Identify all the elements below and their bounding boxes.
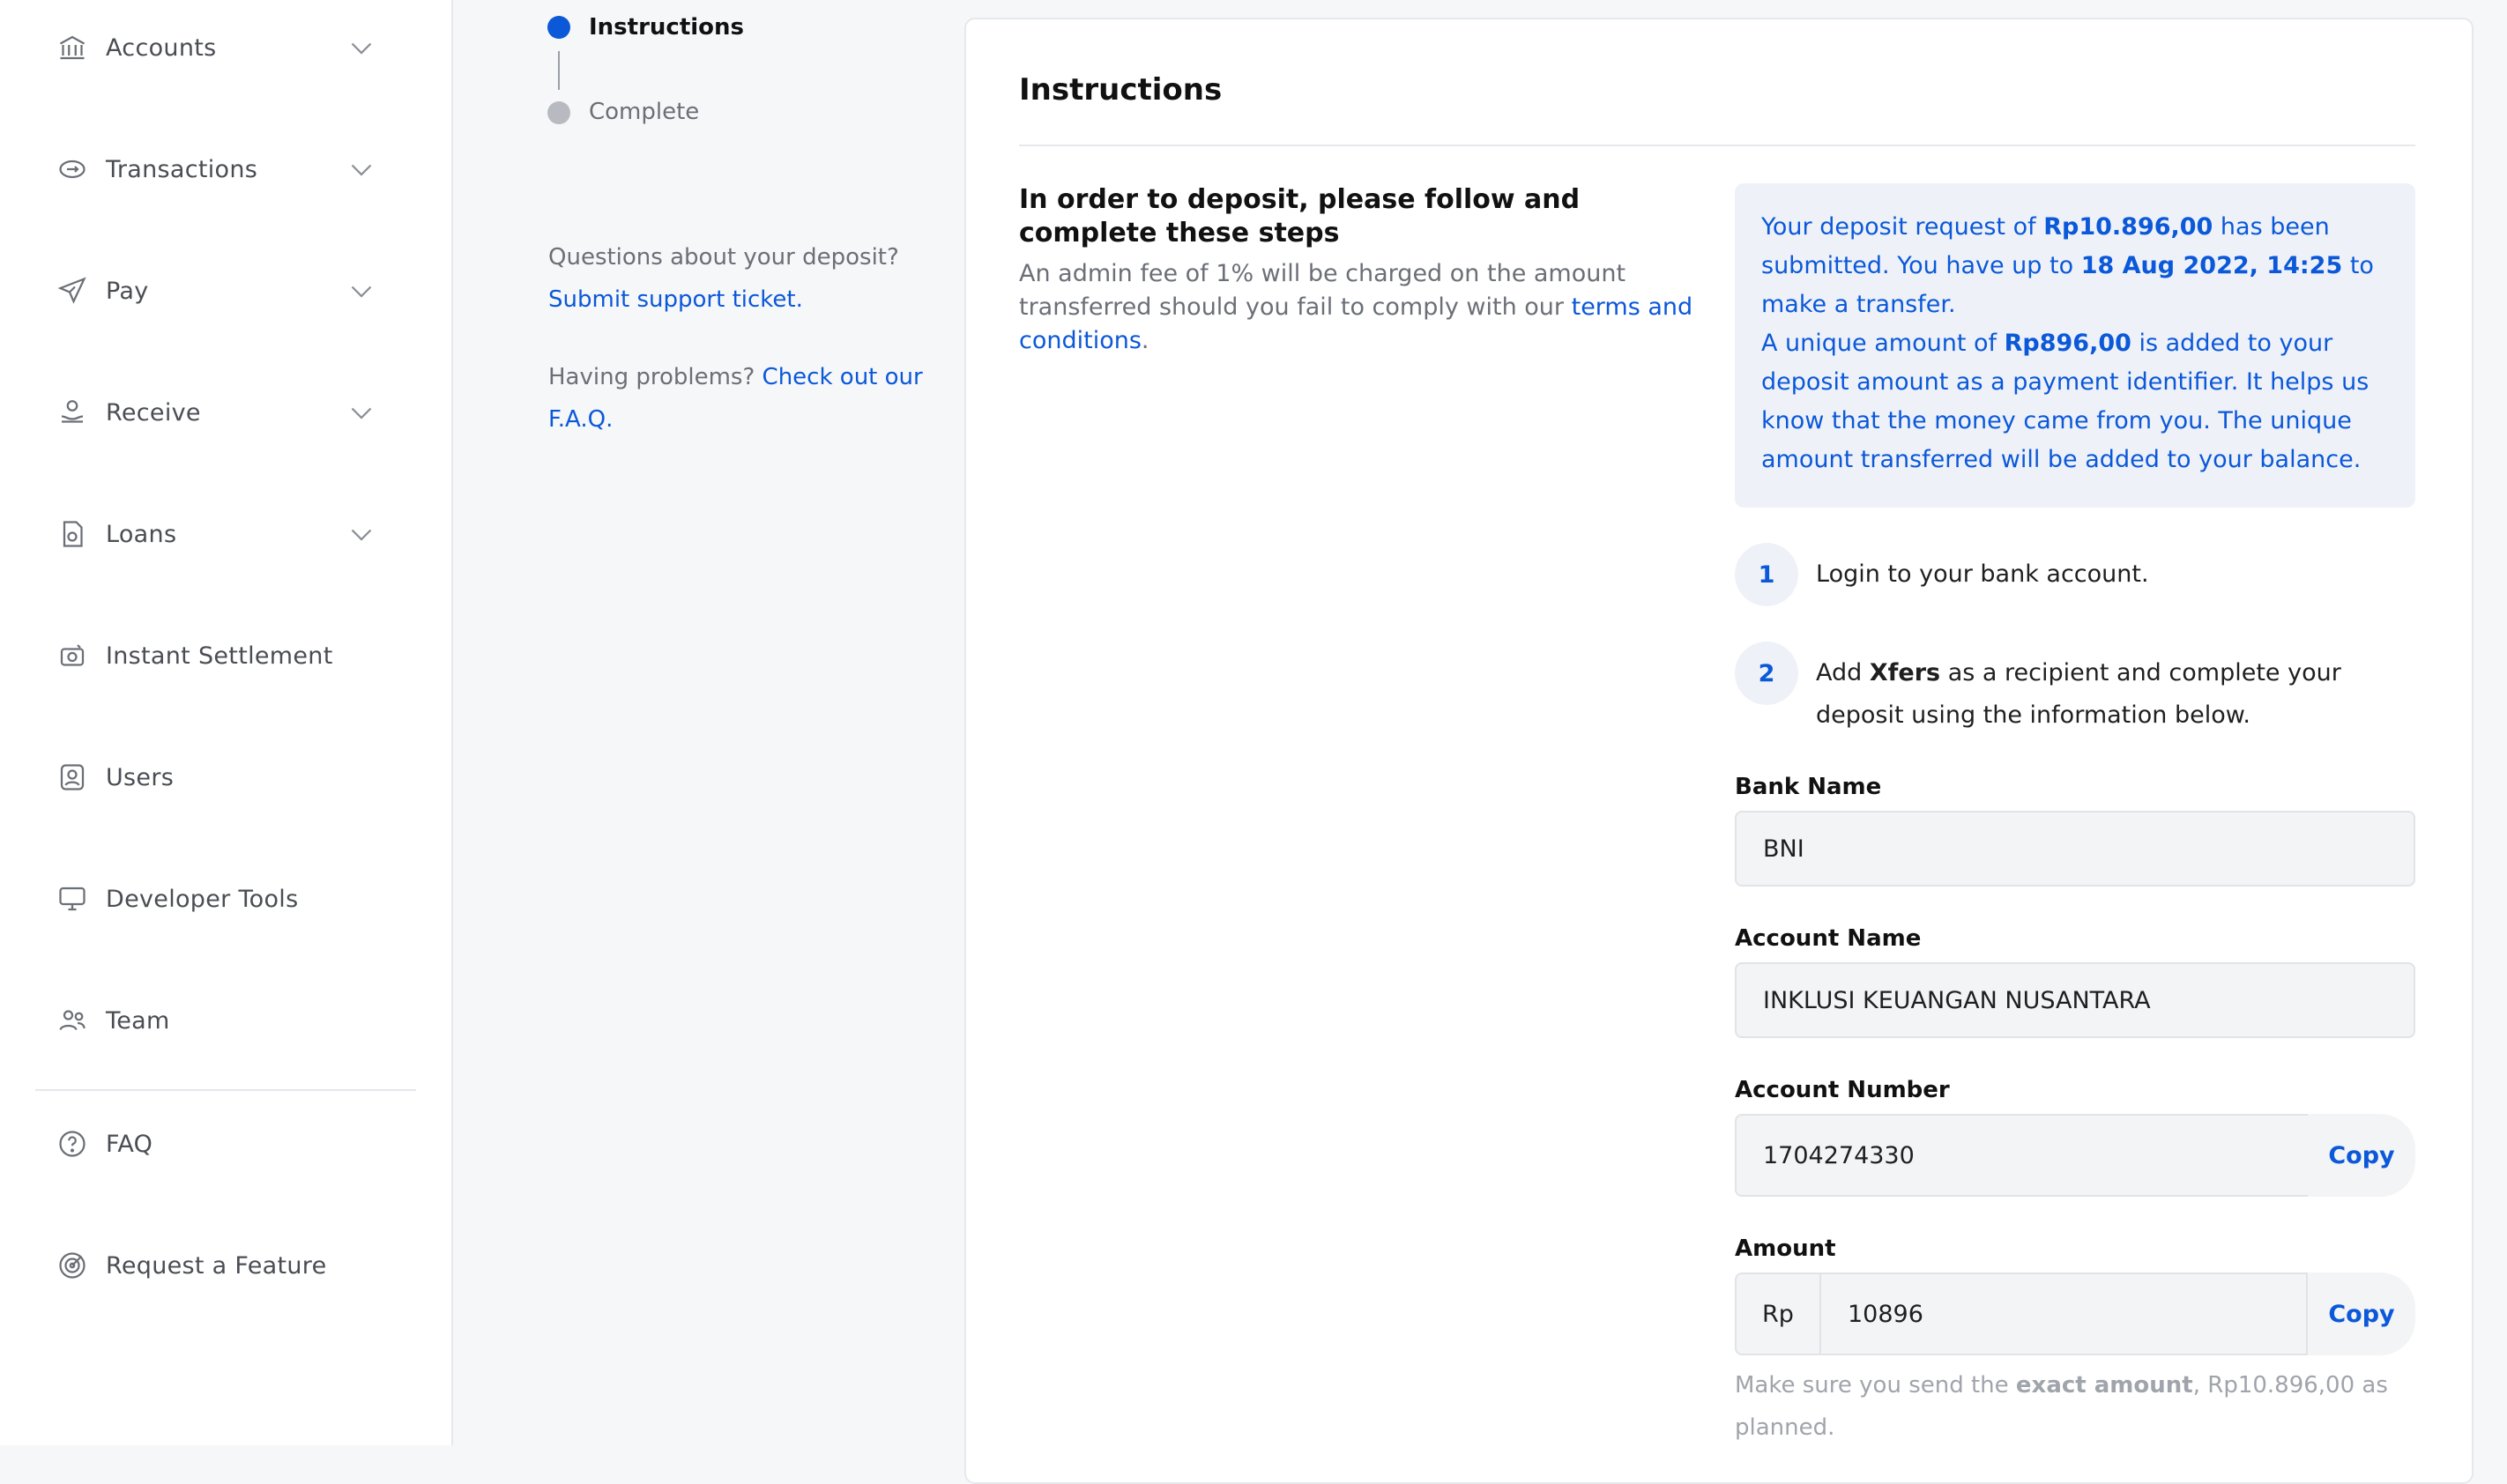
sidebar-item-label: Instant Settlement [106, 642, 333, 670]
sidebar-item-label: Team [106, 1006, 170, 1035]
recipient-name: Xfers [1869, 659, 1941, 686]
copy-amount-button[interactable]: Copy [2308, 1273, 2415, 1355]
step-number-1: 1 [1735, 543, 1798, 606]
note-emphasis: exact amount [2015, 1372, 2193, 1399]
receive-icon [56, 397, 88, 428]
step-text-1: Login to your bank account. [1816, 560, 2149, 588]
copy-account-number-button[interactable]: Copy [2308, 1114, 2415, 1197]
question-icon [56, 1128, 88, 1160]
unique-amount: Rp896,00 [2004, 330, 2131, 357]
lead-end: . [1141, 327, 1149, 354]
sidebar-item-loans[interactable]: Loans [0, 494, 451, 574]
sidebar-item-label: Transactions [106, 155, 258, 183]
users-icon [56, 761, 88, 793]
bank-icon [56, 32, 88, 63]
team-icon [56, 1005, 88, 1036]
step-number-2: 2 [1735, 642, 1798, 705]
sidebar-item-label: Users [106, 763, 175, 791]
lead-body-text: An admin fee of 1% will be charged on th… [1019, 260, 1626, 321]
deposit-amount: Rp10.896,00 [2043, 213, 2213, 241]
help-problems: Having problems? Check out our F.A.Q. [548, 356, 927, 441]
sidebar-item-label: FAQ [106, 1130, 153, 1158]
note-text: Make sure you send the [1735, 1372, 2016, 1399]
account-name-field: INKLUSI KEUANGAN NUSANTARA [1735, 962, 2415, 1038]
sidebar-item-label: Developer Tools [106, 885, 299, 913]
chevron-down-icon [346, 397, 377, 428]
account-number-field: 1704274330 [1735, 1114, 2310, 1197]
chevron-down-icon [346, 153, 377, 185]
chevron-down-icon [346, 275, 377, 307]
info-text: A unique amount of [1761, 330, 2005, 357]
step-dot-active [547, 16, 570, 39]
step-text-2: Add Xfers as a recipient and complete yo… [1816, 652, 2415, 737]
sidebar-item-receive[interactable]: Receive [0, 373, 451, 452]
info-text: Your deposit request of [1761, 213, 2044, 241]
lead-body: An admin fee of 1% will be charged on th… [1019, 257, 1707, 358]
help-question-text: Questions about your deposit? [548, 244, 899, 271]
exact-amount-note: Make sure you send the exact amount, Rp1… [1735, 1364, 2405, 1449]
sidebar-item-pay[interactable]: Pay [0, 251, 451, 330]
account-name-label: Account Name [1735, 925, 1922, 952]
step-label-complete: Complete [589, 99, 700, 125]
sidebar-item-label: Request a Feature [106, 1251, 327, 1280]
transactions-icon [56, 153, 88, 185]
sidebar-item-developer-tools[interactable]: Developer Tools [0, 859, 451, 939]
sidebar-item-transactions[interactable]: Transactions [0, 130, 451, 209]
sidebar-item-label: Receive [106, 398, 201, 427]
sidebar-item-request-feature[interactable]: Request a Feature [0, 1226, 451, 1305]
step-dot-pending [547, 101, 570, 124]
card-title: Instructions [1019, 72, 1223, 108]
chevron-down-icon [346, 32, 377, 63]
instant-settlement-icon [56, 640, 88, 672]
sidebar-divider [35, 1089, 416, 1091]
amount-field: 10896 [1819, 1273, 2308, 1355]
step-connector [558, 51, 560, 90]
deposit-deadline: 18 Aug 2022, 14:25 [2080, 252, 2343, 279]
bank-name-label: Bank Name [1735, 774, 1882, 800]
monitor-icon [56, 883, 88, 915]
sidebar-item-label: Accounts [106, 33, 217, 62]
sidebar-item-faq[interactable]: FAQ [0, 1104, 451, 1183]
sidebar-item-accounts[interactable]: Accounts [0, 8, 451, 87]
help-problems-text: Having problems? [548, 364, 755, 390]
target-icon [56, 1250, 88, 1281]
submit-support-ticket-link[interactable]: Submit support ticket. [548, 286, 803, 313]
bank-name-field: BNI [1735, 811, 2415, 887]
account-number-label: Account Number [1735, 1077, 1950, 1103]
sidebar-item-instant-settlement[interactable]: Instant Settlement [0, 616, 451, 695]
send-icon [56, 275, 88, 307]
sidebar-item-label: Pay [106, 277, 149, 305]
currency-prefix: Rp [1735, 1273, 1819, 1355]
help-deposit-questions: Questions about your deposit? Submit sup… [548, 236, 927, 321]
deposit-info-text: Your deposit request of Rp10.896,00 has … [1761, 208, 2396, 479]
step-text: Add [1816, 659, 1870, 686]
sidebar-item-users[interactable]: Users [0, 738, 451, 817]
sidebar: Accounts Transactions Pay Receive Loans … [0, 0, 453, 1445]
loans-icon [56, 518, 88, 550]
sidebar-item-label: Loans [106, 520, 177, 548]
amount-label: Amount [1735, 1235, 1836, 1262]
lead-title: In order to deposit, please follow and c… [1019, 184, 1581, 249]
sidebar-item-team[interactable]: Team [0, 981, 451, 1060]
card-divider [1019, 145, 2415, 146]
chevron-down-icon [346, 518, 377, 550]
step-label-instructions: Instructions [589, 14, 745, 41]
